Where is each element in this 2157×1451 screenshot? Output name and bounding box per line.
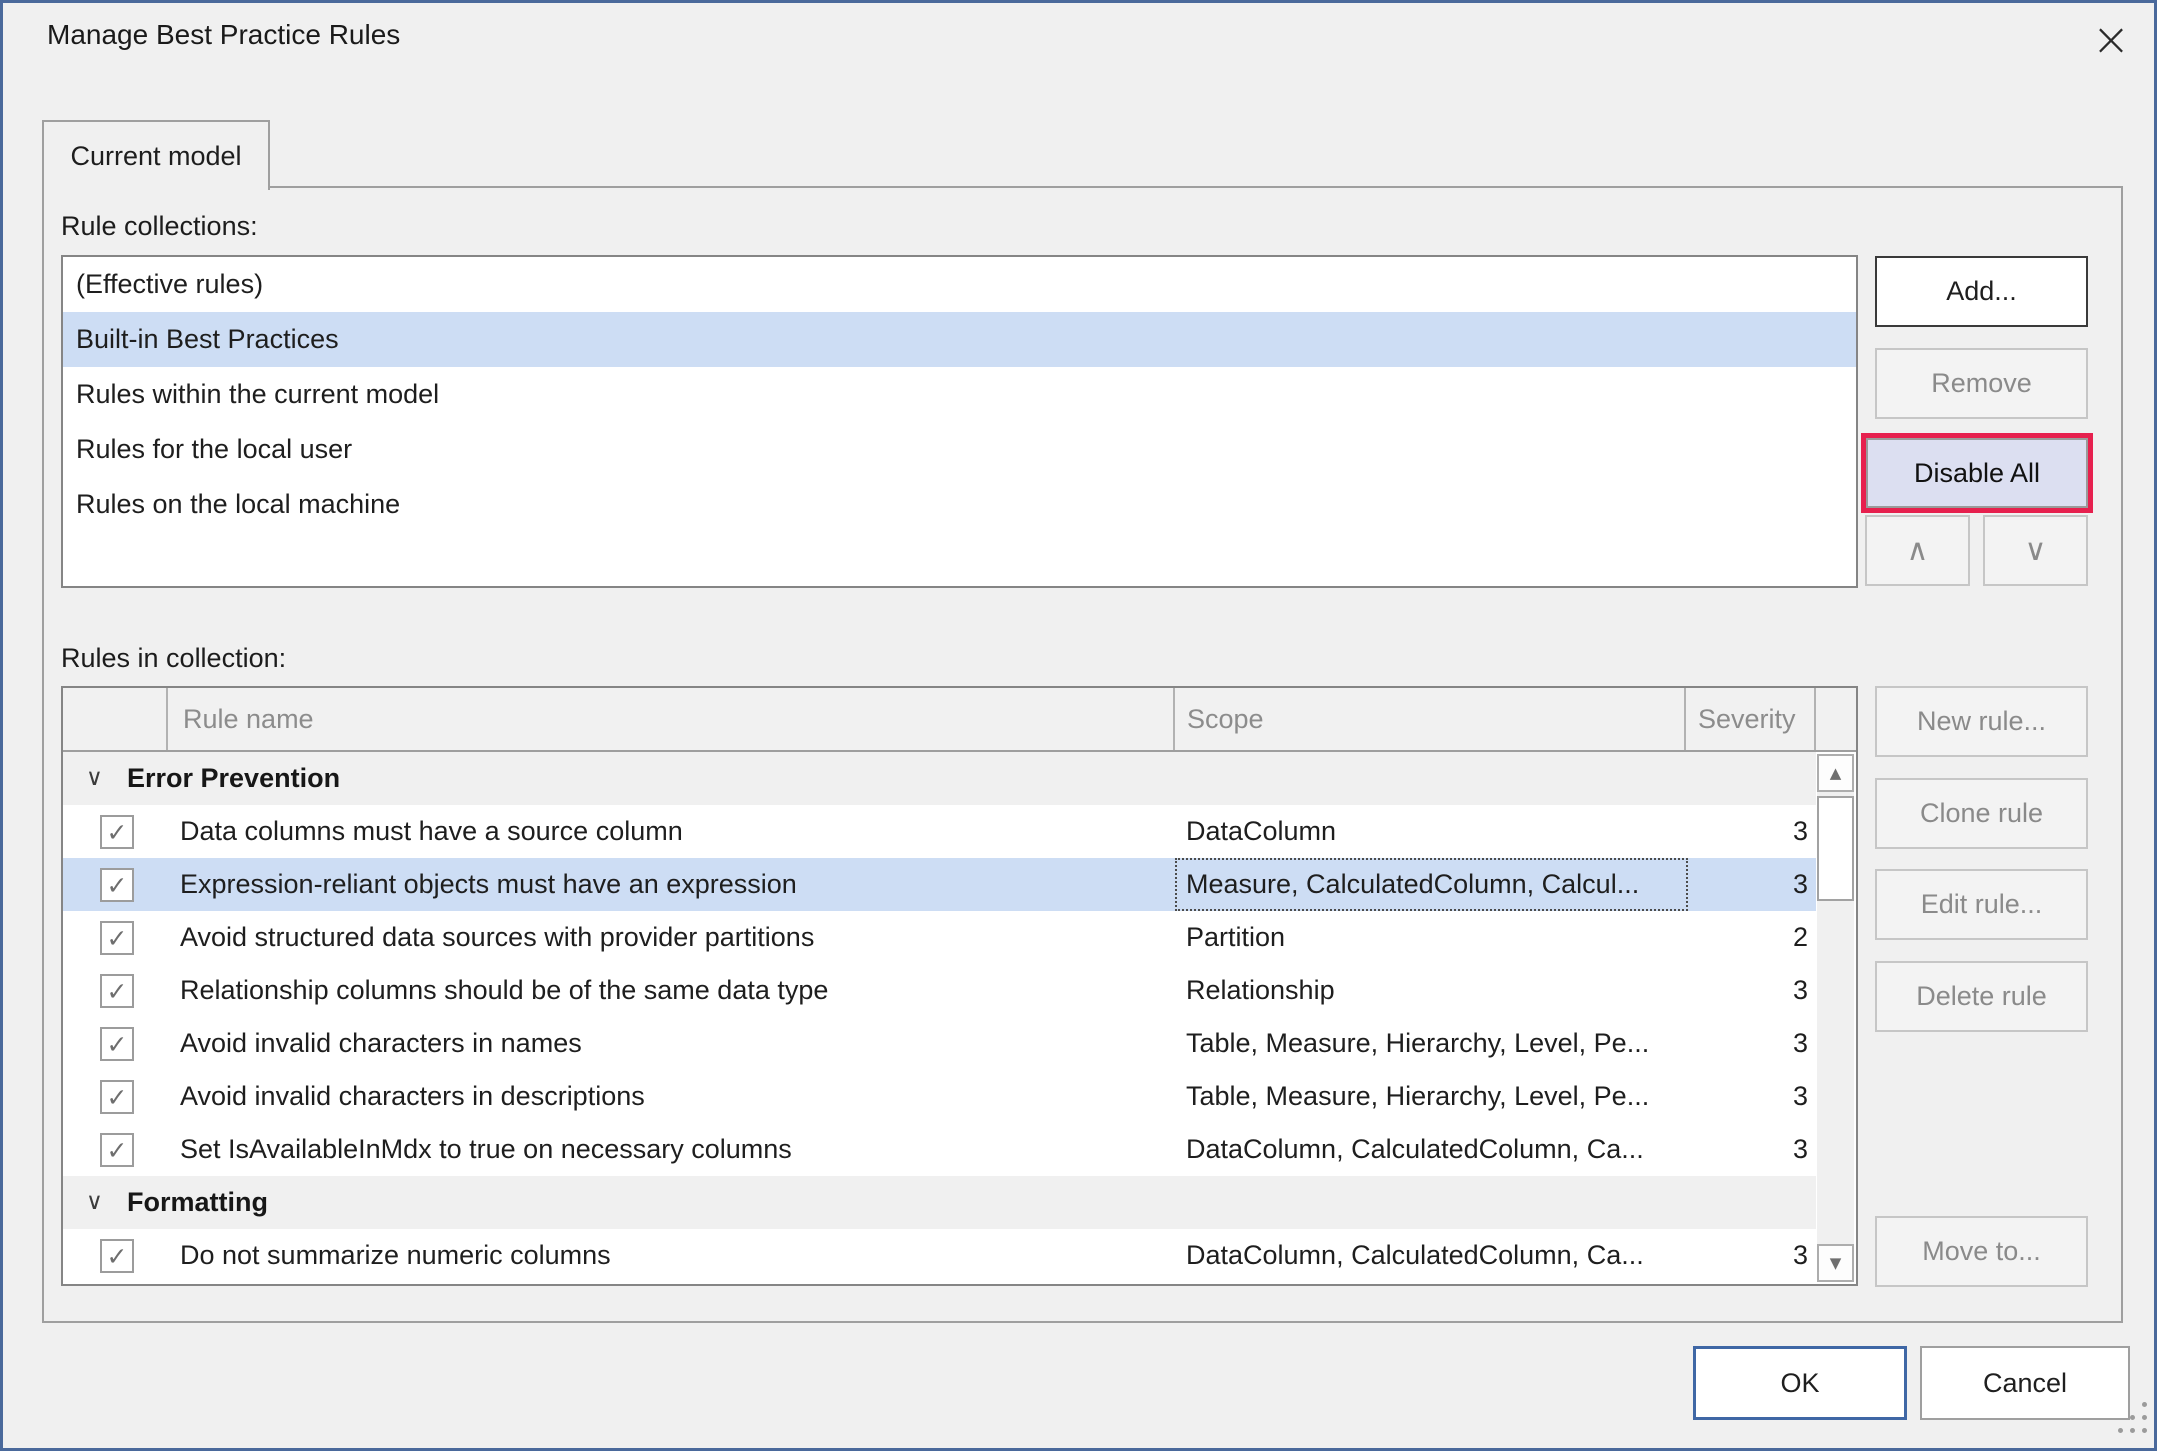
collection-item-rules-for-local-user[interactable]: Rules for the local user [63,422,1856,477]
group-row-error-prevention[interactable]: ∨ Error Prevention [63,752,1816,805]
check-icon: ✓ [107,926,128,951]
rule-severity: 3 [1688,1229,1808,1282]
scroll-down-icon: ▼ [1830,1254,1842,1272]
tab-current-model[interactable]: Current model [42,120,270,190]
rule-scope: DataColumn, CalculatedColumn, Ca... [1186,1229,1686,1282]
click-annotation-box: Disable All [1861,433,2093,513]
move-to-button[interactable]: Move to... [1875,1216,2088,1287]
rule-checkbox[interactable]: ✓ [100,815,134,849]
dialog-title: Manage Best Practice Rules [47,19,400,51]
manage-best-practice-rules-dialog: Manage Best Practice Rules × Current mod… [0,0,2157,1451]
vertical-scrollbar[interactable]: ▲ ▼ [1817,754,1854,1282]
delete-rule-button[interactable]: Delete rule [1875,961,2088,1032]
rule-row-expression-reliant-selected[interactable]: ✓ Expression-reliant objects must have a… [63,858,1816,911]
scroll-up-icon: ▲ [1830,764,1842,782]
rule-severity: 3 [1688,805,1808,858]
rules-table-header: Rule name Scope Severity [63,688,1856,752]
chevron-up-icon: ∧ [1907,533,1929,568]
rule-checkbox[interactable]: ✓ [100,1133,134,1167]
rule-checkbox[interactable]: ✓ [100,1027,134,1061]
rule-checkbox[interactable]: ✓ [100,921,134,955]
group-name: Error Prevention [127,752,340,805]
collection-item-effective-rules[interactable]: (Effective rules) [63,257,1856,312]
rule-scope: Partition [1186,911,1686,964]
header-severity[interactable]: Severity [1686,688,1816,750]
rule-severity: 3 [1688,858,1808,911]
rule-checkbox[interactable]: ✓ [100,974,134,1008]
disable-all-button[interactable]: Disable All [1866,438,2088,508]
rule-scope: Table, Measure, Hierarchy, Level, Pe... [1186,1017,1686,1070]
rule-row-data-columns-source[interactable]: ✓ Data columns must have a source column… [63,805,1816,858]
rule-row-isavailableinmdx[interactable]: ✓ Set IsAvailableInMdx to true on necess… [63,1123,1816,1176]
header-stub [1816,688,1856,750]
rules-in-collection-label: Rules in collection: [61,643,286,674]
resize-grip[interactable] [2112,1400,2148,1444]
check-icon: ✓ [107,820,128,845]
new-rule-button[interactable]: New rule... [1875,686,2088,757]
move-collection-down-button[interactable]: ∨ [1983,515,2088,586]
rule-row-avoid-structured-sources[interactable]: ✓ Avoid structured data sources with pro… [63,911,1816,964]
rule-severity: 3 [1688,1070,1808,1123]
rule-row-invalid-chars-descriptions[interactable]: ✓ Avoid invalid characters in descriptio… [63,1070,1816,1123]
rule-name: Set IsAvailableInMdx to true on necessar… [180,1123,792,1176]
add-button[interactable]: Add... [1875,256,2088,327]
header-checkbox-column[interactable] [63,688,168,750]
rule-scope: Table, Measure, Hierarchy, Level, Pe... [1186,1070,1686,1123]
check-icon: ✓ [107,873,128,898]
rule-name: Data columns must have a source column [180,805,683,858]
ok-button[interactable]: OK [1693,1346,1907,1420]
rule-row-invalid-chars-names[interactable]: ✓ Avoid invalid characters in names Tabl… [63,1017,1816,1070]
rule-scope: Measure, CalculatedColumn, Calcul... [1186,858,1686,911]
check-icon: ✓ [107,1032,128,1057]
collection-item-built-in-best-practices[interactable]: Built-in Best Practices [63,312,1856,367]
collection-item-rules-on-local-machine[interactable]: Rules on the local machine [63,477,1856,532]
rules-table: Rule name Scope Severity ∨ Error Prevent… [61,686,1858,1286]
rule-checkbox[interactable]: ✓ [100,1080,134,1114]
rule-checkbox[interactable]: ✓ [100,1239,134,1273]
rule-severity: 2 [1688,911,1808,964]
rule-row-relationship-columns[interactable]: ✓ Relationship columns should be of the … [63,964,1816,1017]
cancel-button[interactable]: Cancel [1920,1346,2130,1420]
rule-scope: DataColumn [1186,805,1686,858]
rules-table-body: ∨ Error Prevention ✓ Data columns must h… [63,752,1816,1282]
scrollbar-thumb[interactable] [1817,796,1854,901]
edit-rule-button[interactable]: Edit rule... [1875,869,2088,940]
rule-severity: 3 [1688,964,1808,1017]
rule-scope: Relationship [1186,964,1686,1017]
rule-collections-listbox: (Effective rules) Built-in Best Practice… [61,255,1858,588]
rule-name: Relationship columns should be of the sa… [180,964,828,1017]
collapse-chevron-icon[interactable]: ∨ [86,1176,103,1229]
scroll-up-button[interactable]: ▲ [1817,754,1854,792]
rule-severity: 3 [1688,1123,1808,1176]
group-name: Formatting [127,1176,268,1229]
header-rule-name[interactable]: Rule name [168,688,1175,750]
move-collection-up-button[interactable]: ∧ [1865,515,1970,586]
close-icon: × [2092,12,2131,66]
group-row-formatting[interactable]: ∨ Formatting [63,1176,1816,1229]
rule-name: Do not summarize numeric columns [180,1229,611,1282]
check-icon: ✓ [107,1085,128,1110]
rule-name: Avoid structured data sources with provi… [180,911,814,964]
check-icon: ✓ [107,979,128,1004]
collection-item-rules-within-current-model[interactable]: Rules within the current model [63,367,1856,422]
clone-rule-button[interactable]: Clone rule [1875,778,2088,849]
scroll-down-button[interactable]: ▼ [1817,1244,1854,1282]
rule-severity: 3 [1688,1017,1808,1070]
rule-checkbox[interactable]: ✓ [100,868,134,902]
tab-label: Current model [70,141,241,172]
rule-row-do-not-summarize[interactable]: ✓ Do not summarize numeric columns DataC… [63,1229,1816,1282]
check-icon: ✓ [107,1244,128,1269]
rule-collections-label: Rule collections: [61,211,258,242]
header-scope[interactable]: Scope [1175,688,1686,750]
rule-name: Avoid invalid characters in descriptions [180,1070,645,1123]
remove-button[interactable]: Remove [1875,348,2088,419]
rule-name: Expression-reliant objects must have an … [180,858,797,911]
check-icon: ✓ [107,1138,128,1163]
rule-name: Avoid invalid characters in names [180,1017,582,1070]
close-button[interactable]: × [2085,11,2137,67]
collapse-chevron-icon[interactable]: ∨ [86,752,103,805]
rule-scope: DataColumn, CalculatedColumn, Ca... [1186,1123,1686,1176]
chevron-down-icon: ∨ [2025,533,2047,568]
